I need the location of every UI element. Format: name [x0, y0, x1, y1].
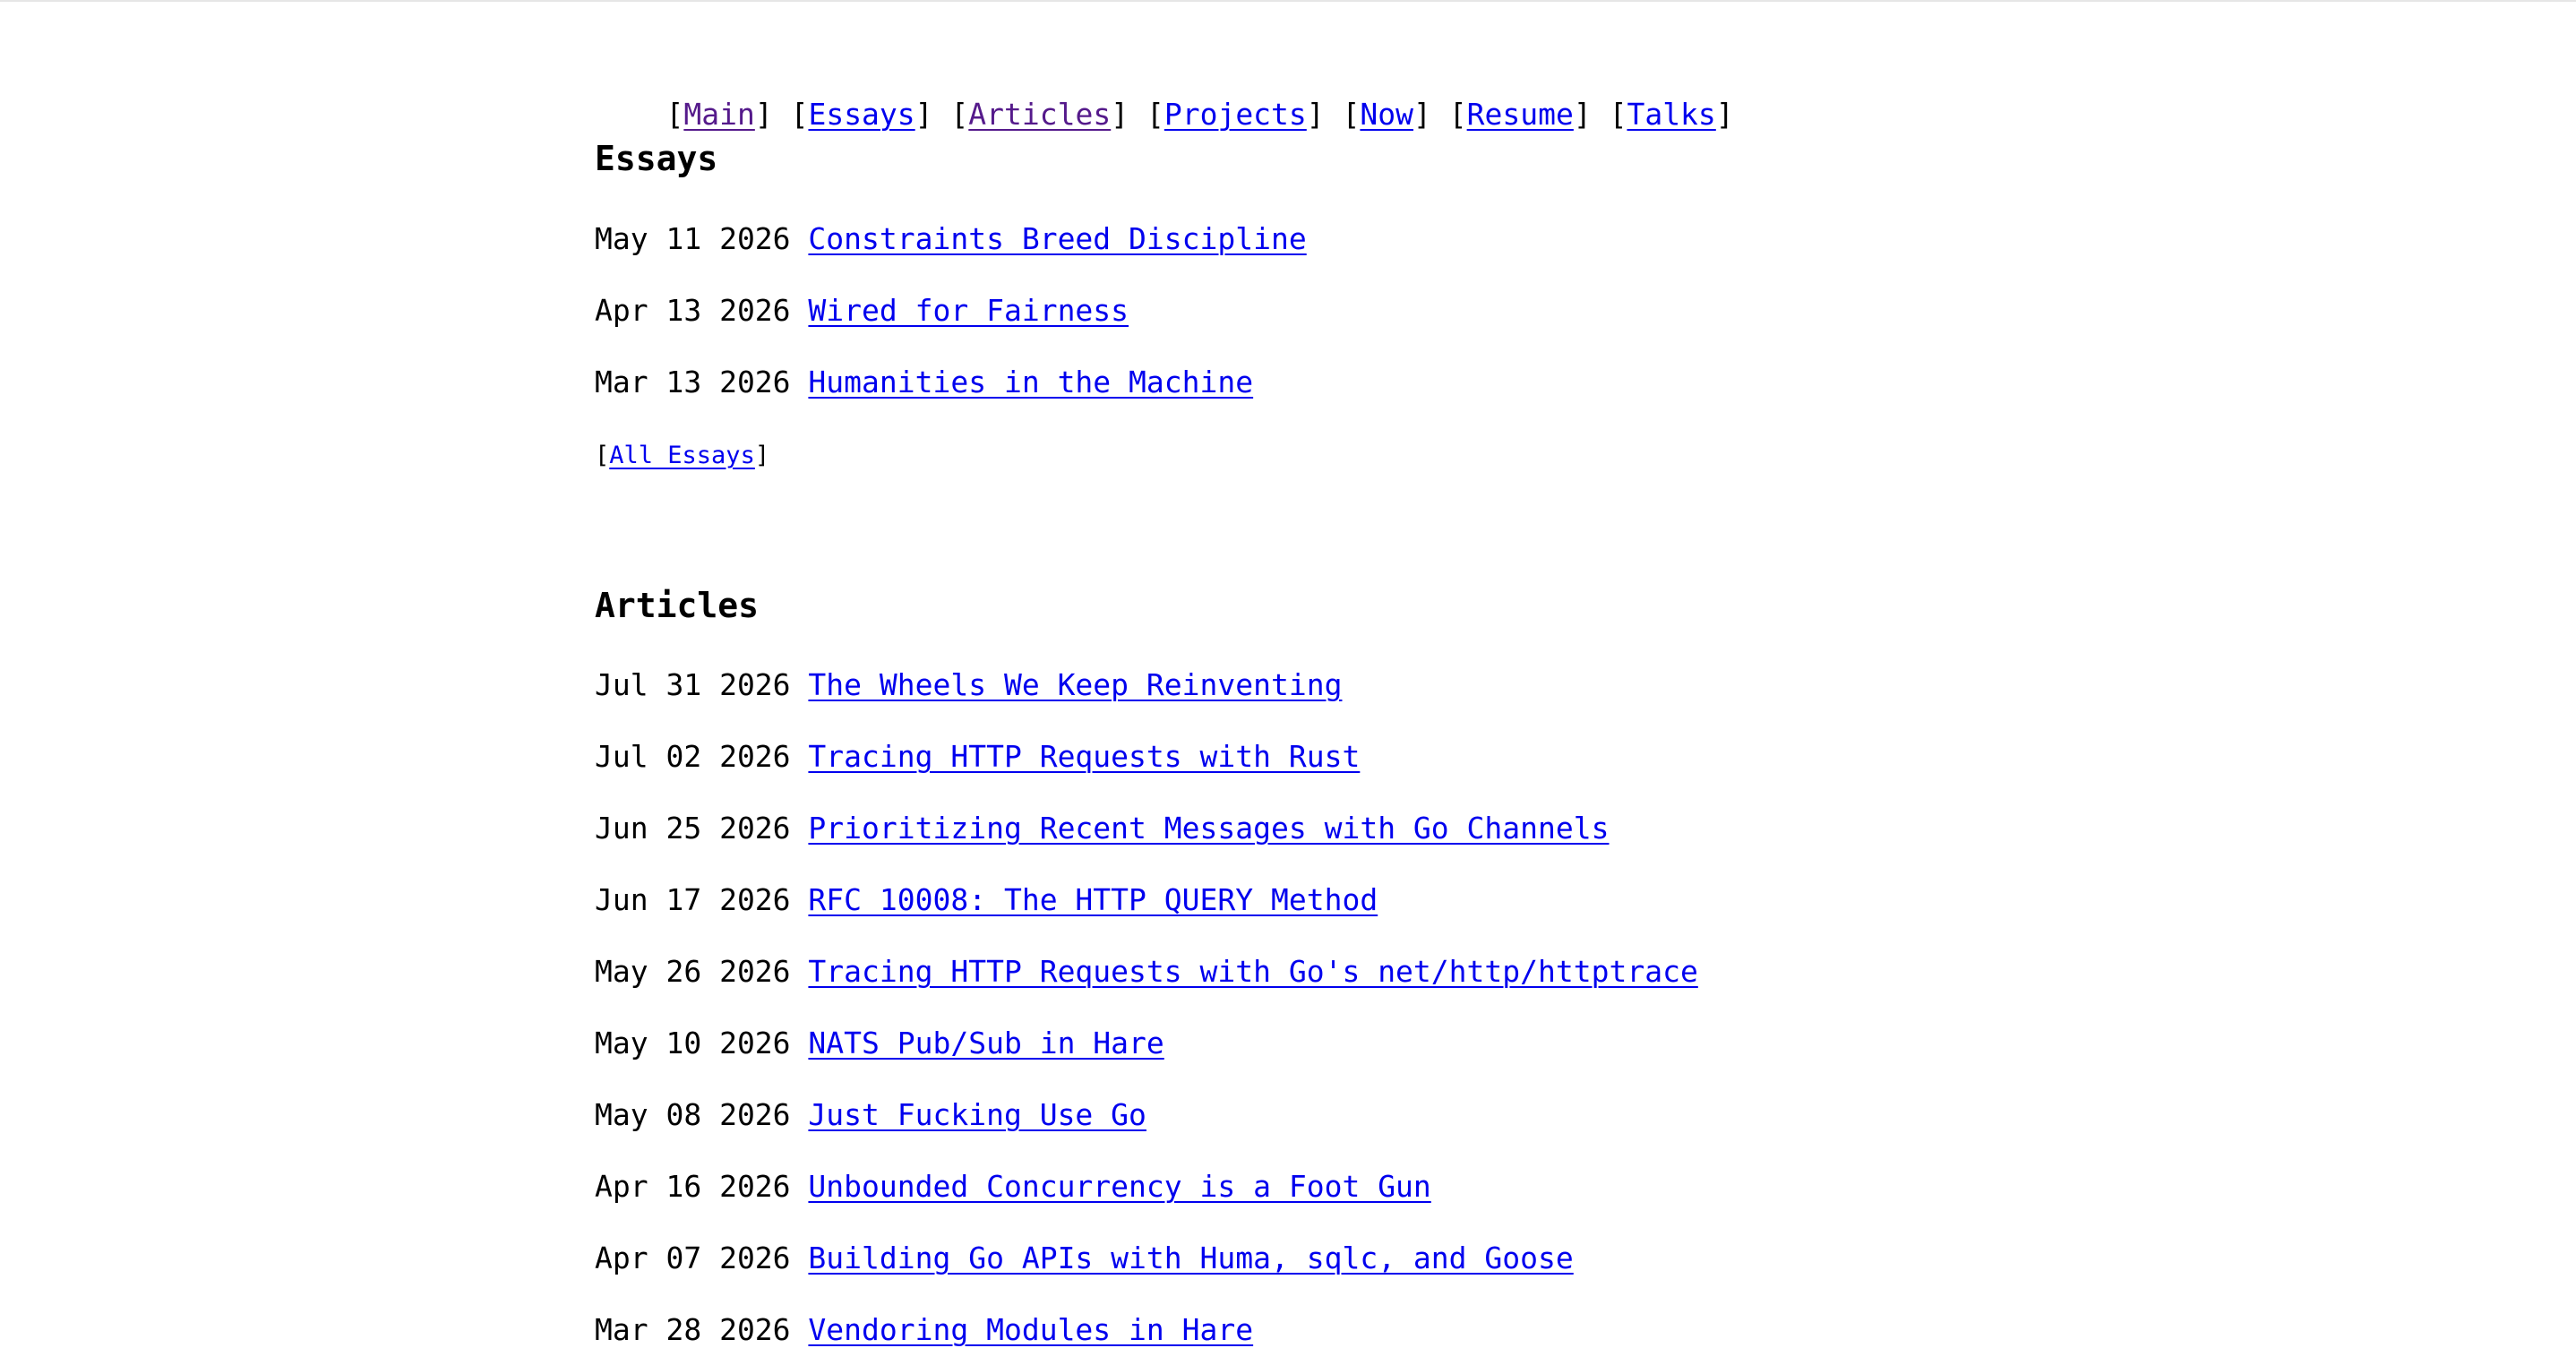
article-link[interactable]: Tracing HTTP Requests with Rust: [808, 739, 1360, 774]
article-link[interactable]: Building Go APIs with Huma, sqlc, and Go…: [808, 1241, 1573, 1275]
article-list-item: Jun 25 2026 Prioritizing Recent Messages…: [595, 811, 1609, 846]
all-essays-wrapper: [All Essays]: [595, 442, 770, 469]
article-date: Jul 02 2026: [595, 739, 791, 774]
article-link[interactable]: Tracing HTTP Requests with Go's net/http…: [808, 954, 1697, 989]
nav-link-essays[interactable]: Essays: [808, 97, 914, 132]
essay-link[interactable]: Wired for Fairness: [808, 293, 1129, 328]
article-list-item: May 26 2026 Tracing HTTP Requests with G…: [595, 954, 1698, 990]
nav-link-articles[interactable]: Articles: [968, 97, 1111, 132]
article-link[interactable]: The Wheels We Keep Reinventing: [808, 667, 1342, 702]
article-link[interactable]: Just Fucking Use Go: [808, 1097, 1146, 1132]
article-date: Jun 17 2026: [595, 882, 791, 917]
essay-link[interactable]: Constraints Breed Discipline: [808, 221, 1306, 256]
article-link[interactable]: Vendoring Modules in Hare: [808, 1312, 1253, 1347]
article-date: Jun 25 2026: [595, 811, 791, 846]
article-date: Apr 07 2026: [595, 1241, 791, 1275]
article-link[interactable]: Unbounded Concurrency is a Foot Gun: [808, 1169, 1430, 1204]
nav-link-main[interactable]: Main: [683, 97, 754, 132]
articles-heading: Articles: [595, 586, 760, 625]
article-list-item: Jul 31 2026 The Wheels We Keep Reinventi…: [595, 667, 1342, 703]
essay-link[interactable]: Humanities in the Machine: [808, 365, 1253, 399]
article-list-item: May 08 2026 Just Fucking Use Go: [595, 1097, 1146, 1133]
article-link[interactable]: RFC 10008: The HTTP QUERY Method: [808, 882, 1378, 917]
top-navigation: [Main] [Essays] [Articles] [Projects] [N…: [665, 97, 1734, 132]
article-date: May 10 2026: [595, 1026, 791, 1060]
article-list-item: Apr 07 2026 Building Go APIs with Huma, …: [595, 1241, 1574, 1276]
article-list-item: Mar 28 2026 Vendoring Modules in Hare: [595, 1312, 1253, 1348]
article-date: Jul 31 2026: [595, 667, 791, 702]
all-essays-link[interactable]: All Essays: [609, 442, 755, 469]
essay-date: Apr 13 2026: [595, 293, 791, 328]
essay-date: May 11 2026: [595, 221, 791, 256]
essays-heading: Essays: [595, 139, 718, 178]
article-date: Apr 16 2026: [595, 1169, 791, 1204]
article-list-item: Apr 16 2026 Unbounded Concurrency is a F…: [595, 1169, 1431, 1205]
essay-date: Mar 13 2026: [595, 365, 791, 399]
article-link[interactable]: NATS Pub/Sub in Hare: [808, 1026, 1163, 1060]
article-date: May 26 2026: [595, 954, 791, 989]
nav-link-talks[interactable]: Talks: [1627, 97, 1715, 132]
article-date: Mar 28 2026: [595, 1312, 791, 1347]
article-list-item: May 10 2026 NATS Pub/Sub in Hare: [595, 1026, 1164, 1061]
nav-link-now[interactable]: Now: [1360, 97, 1413, 132]
article-link[interactable]: Prioritizing Recent Messages with Go Cha…: [808, 811, 1609, 846]
essay-list-item: Apr 13 2026 Wired for Fairness: [595, 293, 1129, 329]
nav-link-resume[interactable]: Resume: [1467, 97, 1574, 132]
article-list-item: Jul 02 2026 Tracing HTTP Requests with R…: [595, 739, 1360, 775]
essay-list-item: Mar 13 2026 Humanities in the Machine: [595, 365, 1253, 400]
article-list-item: Jun 17 2026 RFC 10008: The HTTP QUERY Me…: [595, 882, 1378, 918]
nav-link-projects[interactable]: Projects: [1164, 97, 1307, 132]
essay-list-item: May 11 2026 Constraints Breed Discipline: [595, 221, 1307, 257]
article-date: May 08 2026: [595, 1097, 791, 1132]
